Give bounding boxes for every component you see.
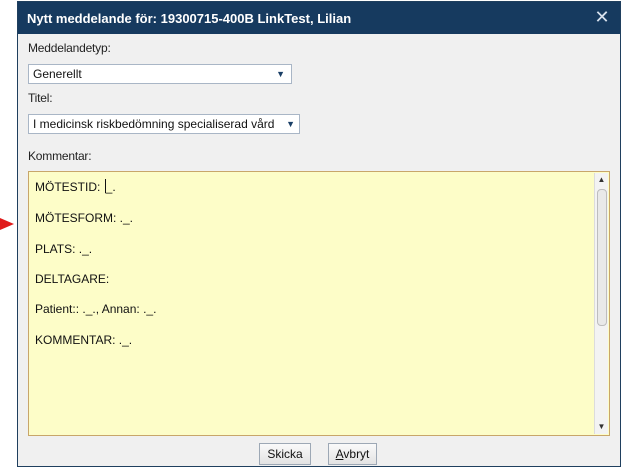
comment-line: Patient:: ._., Annan: ._. [35,302,157,316]
scroll-down-icon[interactable]: ▼ [595,420,608,434]
comment-label: Kommentar: [28,149,92,163]
comment-line: KOMMENTAR: ._. [35,333,133,347]
screen: Nytt meddelande för: 19300715-400B LinkT… [0,0,623,468]
message-type-select[interactable]: Generellt ▼ [28,64,292,84]
comment-line: PLATS: ._. [35,242,93,256]
comment-textarea[interactable]: MÖTESTID: _. MÖTESFORM: ._. PLATS: ._. D… [28,171,610,436]
pointer-arrow-icon [0,218,14,230]
close-icon[interactable]: ✕ [590,5,614,29]
comment-scrollbar[interactable]: ▲ ▼ [594,173,608,434]
scroll-up-icon[interactable]: ▲ [595,173,608,187]
message-type-value: Generellt [33,67,82,81]
cancel-button[interactable]: Avbryt [328,443,377,465]
dialog-body: Meddelandetyp: Generellt ▼ Titel: I medi… [18,34,620,466]
dialog-titlebar[interactable]: Nytt meddelande för: 19300715-400B LinkT… [18,2,620,34]
scrollbar-thumb[interactable] [597,189,607,326]
chevron-down-icon: ▼ [276,69,285,79]
title-label: Titel: [28,91,53,105]
dialog-title: Nytt meddelande för: 19300715-400B LinkT… [27,11,352,26]
cancel-label-rest: vbryt [343,447,370,461]
comment-line: MÖTESFORM: ._. [35,211,134,225]
comment-line: MÖTESTID: _. [35,179,116,194]
title-value: I medicinsk riskbedömning specialiserad … [33,117,275,131]
comment-line: DELTAGARE: [35,272,110,286]
chevron-down-icon: ▼ [286,119,295,129]
title-select[interactable]: I medicinsk riskbedömning specialiserad … [28,114,300,134]
comment-text: MÖTESTID: _. MÖTESFORM: ._. PLATS: ._. D… [35,176,589,431]
message-type-label: Meddelandetyp: [28,41,111,55]
send-button[interactable]: Skicka [259,443,311,465]
new-message-dialog: Nytt meddelande för: 19300715-400B LinkT… [17,1,621,467]
